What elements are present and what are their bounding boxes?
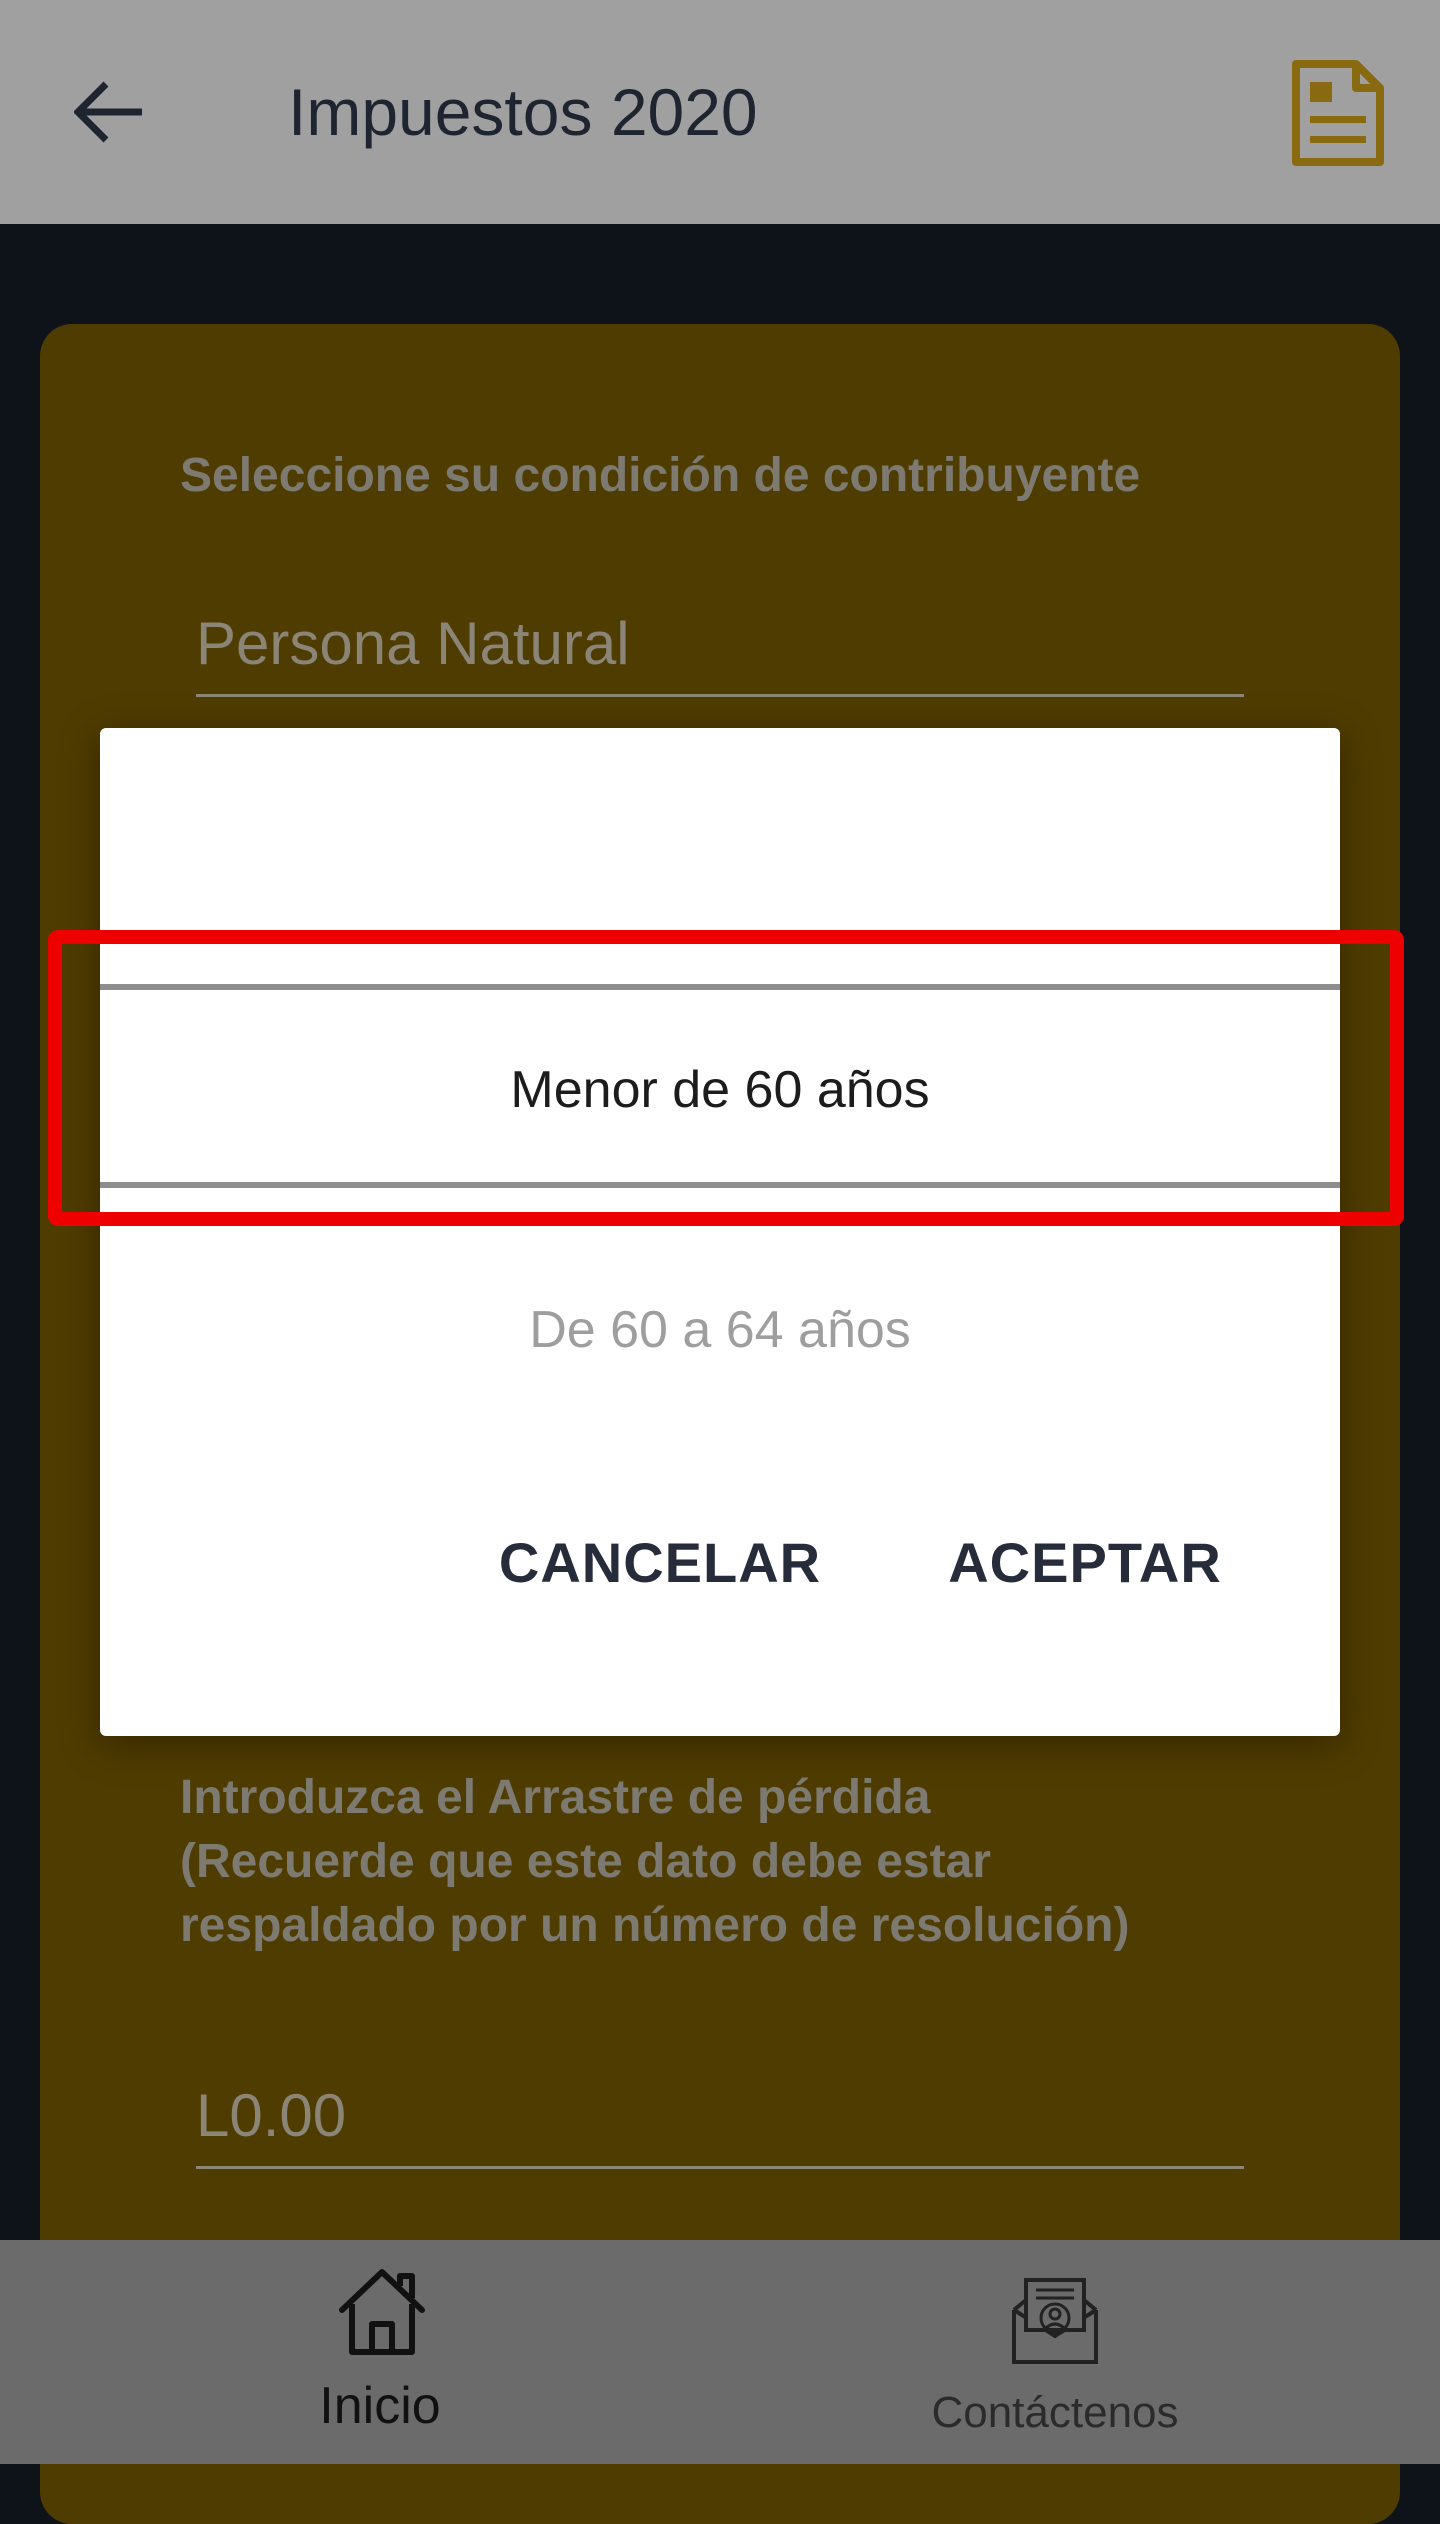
nav-item-contactenos[interactable]: Contáctenos (900, 2240, 1210, 2464)
condition-select[interactable]: Persona Natural (196, 594, 1244, 697)
loss-label-line-2: (Recuerde que este dato debe estar (180, 1835, 991, 1888)
nav-item-inicio[interactable]: Inicio (240, 2240, 520, 2464)
nav-label-inicio: Inicio (319, 2377, 441, 2435)
picker-bottom-divider (100, 1182, 1340, 1188)
accept-button[interactable]: ACEPTAR (920, 1518, 1250, 1608)
loss-label-line-1: Introduzca el Arrastre de pérdida (180, 1771, 931, 1824)
loss-label: Introduzca el Arrastre de pérdida (Recue… (180, 1766, 1280, 1958)
age-picker-dialog: Menor de 60 años De 60 a 64 años CANCELA… (100, 728, 1340, 1736)
document-icon (1292, 60, 1384, 166)
loss-value: L0.00 (196, 2082, 347, 2149)
condition-value: Persona Natural (196, 610, 630, 677)
arrow-left-icon (74, 81, 142, 143)
home-icon (339, 2269, 425, 2355)
loss-label-line-3: respaldado por un número de resolución) (180, 1899, 1130, 1952)
picker-option[interactable]: De 60 a 64 años (100, 1300, 1340, 1360)
app-bar: Impuestos 2020 (0, 0, 1440, 224)
page-title: Impuestos 2020 (288, 75, 758, 149)
nav-label-contactenos: Contáctenos (931, 2388, 1179, 2437)
condition-label: Seleccione su condición de contribuyente (180, 449, 1141, 502)
bottom-nav: Inicio Contáctenos (0, 2240, 1440, 2464)
back-button[interactable] (60, 62, 160, 162)
document-button[interactable] (1290, 58, 1386, 168)
picker-top-divider (100, 984, 1340, 990)
picker-option-selected[interactable]: Menor de 60 años (100, 1060, 1340, 1120)
contact-icon (1012, 2278, 1098, 2364)
cancel-button[interactable]: CANCELAR (470, 1518, 850, 1608)
loss-input[interactable]: L0.00 (196, 2066, 1244, 2169)
